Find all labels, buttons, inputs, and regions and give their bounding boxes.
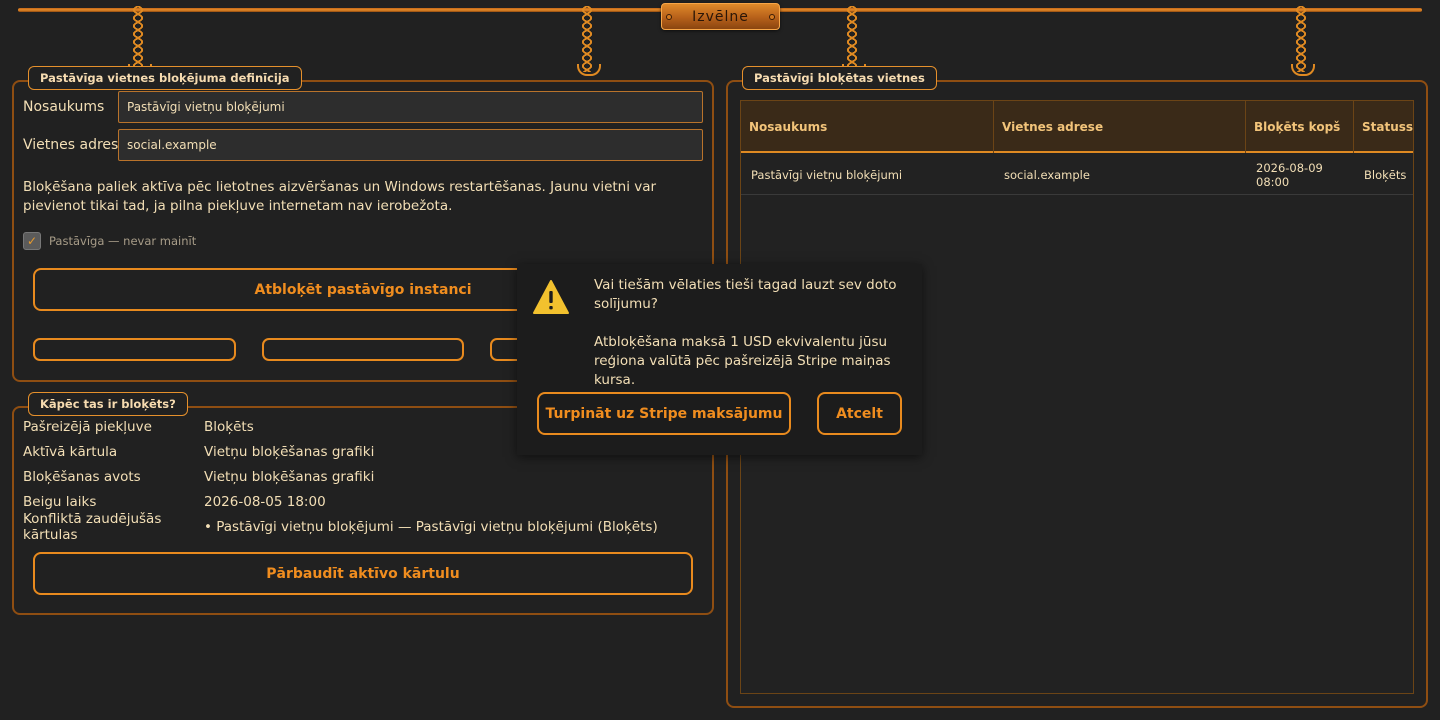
info-key: Aktīvā kārtula — [23, 443, 118, 460]
menu-button[interactable]: Izvēlne — [661, 3, 780, 30]
name-field[interactable] — [118, 91, 703, 123]
name-label: Nosaukums — [23, 99, 105, 115]
chain-decoration — [577, 6, 601, 76]
small-action-button-1[interactable] — [33, 338, 236, 361]
continue-to-stripe-button[interactable]: Turpināt uz Stripe maksājumu — [537, 392, 791, 435]
info-key: Beigu laiks — [23, 493, 97, 510]
address-field[interactable] — [118, 129, 703, 161]
table-cell: social.example — [1004, 168, 1090, 182]
check-active-rule-button[interactable]: Pārbaudīt aktīvo kārtulu — [33, 552, 693, 595]
blocked-sites-legend: Pastāvīgi bloķētas vietnes — [742, 66, 937, 90]
column-header-status[interactable]: Statuss — [1354, 101, 1413, 153]
menu-label: Izvēlne — [692, 8, 749, 25]
description-text: Bloķēšana paliek aktīva pēc lietotnes ai… — [23, 179, 657, 214]
info-value: Bloķēts — [204, 418, 254, 435]
table-cell: 2026-08-09 08:00 — [1256, 161, 1323, 189]
table-header: Nosaukums Vietnes adrese Bloķēts kopš St… — [741, 101, 1413, 153]
dialog-detail: Atbloķēšana maksā 1 USD ekvivalentu jūsu… — [594, 334, 891, 388]
info-row: Bloķēšanas avots Vietņu bloķēšanas grafik… — [23, 464, 701, 489]
address-label: Vietnes adrese — [23, 137, 127, 153]
why-blocked-legend: Kāpēc tas ir bloķēts? — [28, 392, 188, 416]
small-action-button-2[interactable] — [262, 338, 464, 361]
chain-decoration — [128, 6, 152, 76]
info-key: Bloķēšanas avots — [23, 468, 141, 485]
info-key: Pašreizējā piekļuve — [23, 418, 152, 435]
rivet-icon — [769, 14, 775, 20]
warning-icon — [533, 280, 569, 314]
confirm-dialog: Vai tiešām vēlaties tieši tagad lauzt se… — [517, 264, 922, 455]
info-key: Konfliktā zaudējušās kārtulas — [23, 510, 162, 543]
table-cell: Pastāvīgi vietņu bloķējumi — [751, 168, 903, 182]
info-value: Vietņu bloķēšanas grafiki — [204, 443, 375, 460]
cancel-button[interactable]: Atcelt — [817, 392, 902, 435]
dialog-message: Vai tiešām vēlaties tieši tagad lauzt se… — [594, 276, 914, 390]
column-header-address[interactable]: Vietnes adrese — [994, 101, 1246, 153]
info-value: • Pastāvīgi vietņu bloķējumi — Pastāvīgi… — [204, 518, 658, 535]
column-header-name[interactable]: Nosaukums — [741, 101, 994, 153]
info-row: Konfliktā zaudējušās kārtulas • Pastāvīgi… — [23, 511, 701, 543]
chain-decoration — [1291, 6, 1315, 76]
permanent-checkbox[interactable]: ✓ — [23, 232, 41, 250]
rivet-icon — [666, 14, 672, 20]
checkmark-icon: ✓ — [26, 234, 38, 248]
dialog-question: Vai tiešām vēlaties tieši tagad lauzt se… — [594, 277, 897, 312]
permanent-checkbox-label: Pastāvīga — nevar mainīt — [49, 234, 197, 248]
chain-decoration — [842, 6, 866, 76]
info-value: 2026-08-05 18:00 — [204, 493, 326, 510]
info-value: Vietņu bloķēšanas grafiki — [204, 468, 375, 485]
table-cell: Bloķēts — [1364, 168, 1407, 182]
table-row[interactable]: Pastāvīgi vietņu bloķējumi social.exampl… — [741, 155, 1413, 195]
definition-panel-legend: Pastāvīga vietnes bloķējuma definīcija — [28, 66, 302, 90]
column-header-blocked-since[interactable]: Bloķēts kopš — [1246, 101, 1354, 153]
